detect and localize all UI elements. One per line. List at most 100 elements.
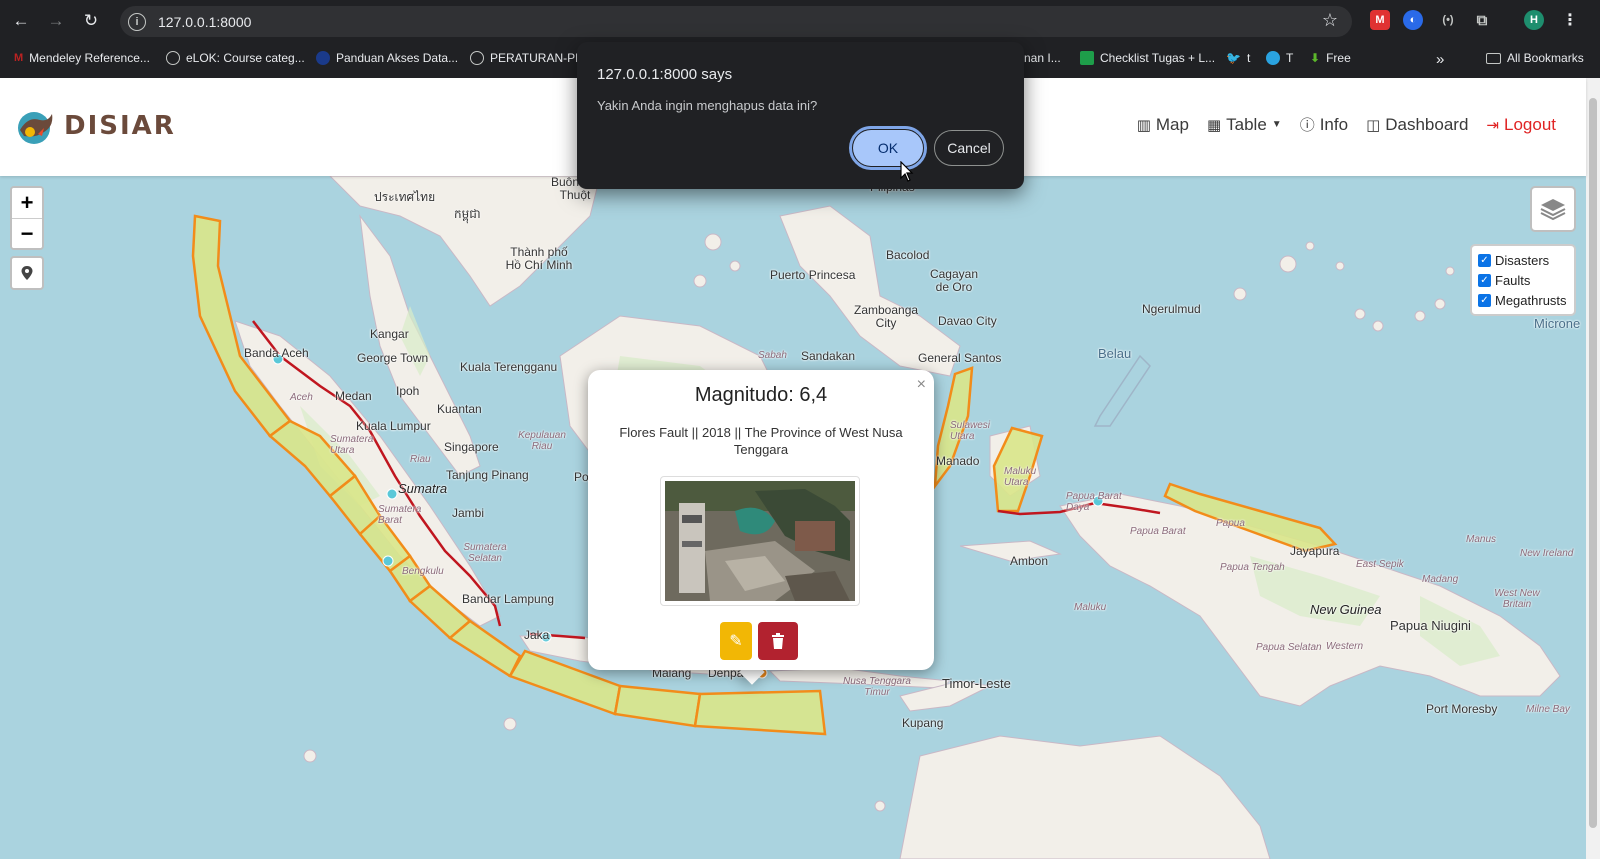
reload-icon[interactable]: ↻: [78, 8, 104, 34]
map-label-george-town: George Town: [357, 351, 429, 365]
disiar-logo: [14, 106, 58, 146]
logout-icon: ⇥: [1486, 116, 1499, 134]
bookmark-checklist[interactable]: Checklist Tugas + L...: [1080, 51, 1215, 65]
disaster-photo: [660, 476, 860, 606]
layer-toggle-disasters[interactable]: ✓ Disasters: [1478, 250, 1568, 270]
map-marker-icon: [21, 266, 33, 280]
extension-mendeley-icon[interactable]: M: [1370, 10, 1390, 30]
bookmark-label: Mendeley Reference...: [29, 51, 150, 65]
nav-logout[interactable]: ⇥ Logout: [1486, 115, 1556, 135]
map-label-port-moresby: Port Moresby: [1426, 702, 1498, 716]
nav-links: ▥ Map ▦ Table ▼ ⓘ Info ◫ Dashboard ⇥ Log…: [1137, 114, 1556, 135]
nav-info[interactable]: ⓘ Info: [1300, 114, 1348, 135]
layer-list: ✓ Disasters ✓ Faults ✓ Megathrusts: [1470, 244, 1576, 316]
bookmark-label: Panduan Akses Data...: [336, 51, 459, 65]
extension-cast-icon[interactable]: (•): [1438, 10, 1458, 30]
bookmark-star-icon[interactable]: ☆: [1322, 10, 1338, 31]
layers-control-button[interactable]: [1530, 186, 1576, 232]
bookmark-peraturan[interactable]: PERATURAN-PR: [470, 51, 584, 65]
map-label-ambon: Ambon: [1010, 554, 1049, 568]
map-label-bandar-lampung: Bandar Lampung: [462, 592, 555, 606]
folder-icon: [1486, 52, 1501, 64]
zoom-out-button[interactable]: −: [12, 218, 42, 248]
megathrust-segment[interactable]: [447, 619, 522, 678]
map-label-jambi: Jambi: [452, 506, 485, 520]
bookmark-twitter[interactable]: 🐦 t: [1226, 51, 1250, 65]
map-label-kuala-lumpur: Kuala Lumpur: [356, 419, 431, 433]
layer-label: Megathrusts: [1495, 292, 1567, 308]
scrollbar-thumb[interactable]: [1589, 98, 1597, 828]
map-label-cambodia: កម្ពុជា: [454, 207, 481, 221]
browser-menu-icon[interactable]: ⋮: [1560, 10, 1580, 30]
bookmark-label: nan I...: [1024, 51, 1061, 65]
map-label-manus: Manus: [1466, 534, 1497, 545]
map-label-sabah: Sabah: [758, 350, 787, 361]
address-bar[interactable]: i 127.0.0.1:8000 ☆: [120, 6, 1352, 37]
brand[interactable]: DISIAR: [14, 106, 176, 146]
site-info-icon[interactable]: i: [128, 12, 146, 31]
edit-button[interactable]: ✎: [720, 622, 752, 660]
nav-dashboard-label: Dashboard: [1385, 114, 1469, 134]
nav-map-label: Map: [1155, 114, 1189, 134]
map-label-aceh: Aceh: [290, 392, 313, 403]
map-label-tanjung-pinang: Tanjung Pinang: [446, 468, 529, 482]
bookmark-telegram[interactable]: T: [1266, 51, 1293, 65]
back-icon[interactable]: ←: [8, 8, 34, 34]
map-label-singapore: Singapore: [444, 440, 499, 454]
dashboard-icon: ◫: [1366, 116, 1381, 134]
layer-label: Disasters: [1495, 252, 1550, 268]
bookmark-mendeley[interactable]: M Mendeley Reference...: [14, 51, 150, 65]
bookmark-free[interactable]: ⬇ Free: [1310, 51, 1351, 65]
nav-map[interactable]: ▥ Map: [1137, 115, 1189, 135]
forward-icon[interactable]: →: [43, 8, 69, 34]
bookmark-nan[interactable]: nan I...: [1024, 51, 1061, 65]
page-scrollbar[interactable]: [1586, 78, 1600, 859]
map-label-medan: Medan: [335, 389, 372, 403]
megathrust-segment[interactable]: [693, 689, 827, 736]
map-label-papua-barat: Papua Barat: [1130, 526, 1186, 537]
map-label-new-ireland: New Ireland: [1520, 548, 1574, 559]
mendeley-icon: M: [14, 52, 24, 64]
map-label-kangar: Kangar: [370, 327, 409, 341]
all-bookmarks[interactable]: All Bookmarks: [1486, 51, 1584, 65]
extensions-puzzle-icon[interactable]: ⧉: [1472, 10, 1492, 30]
bookmark-label: All Bookmarks: [1507, 51, 1584, 65]
map-label-bengkulu: Bengkulu: [402, 566, 444, 577]
bookmark-label: Checklist Tugas + L...: [1100, 51, 1216, 65]
dialog-cancel-button[interactable]: Cancel: [934, 130, 1004, 166]
checkbox-checked-icon[interactable]: ✓: [1478, 273, 1491, 287]
map-label-kupang: Kupang: [902, 716, 944, 730]
map-label-sumatera-barat: Sumatera Barat: [378, 504, 422, 526]
megathrust-segment[interactable]: [613, 684, 702, 728]
nav-dashboard[interactable]: ◫ Dashboard: [1366, 115, 1468, 135]
layer-toggle-faults[interactable]: ✓ Faults: [1478, 270, 1568, 290]
layer-label: Faults: [1495, 272, 1531, 288]
map-label-micronesia: Microne: [1534, 316, 1581, 331]
bookmark-panduan[interactable]: Panduan Akses Data...: [316, 51, 458, 65]
map-label-general-santos: General Santos: [918, 351, 1002, 365]
disaster-marker[interactable]: [386, 488, 398, 500]
map-label-papua-niugini: Papua Niugini: [1390, 618, 1471, 633]
more-bookmarks-icon[interactable]: »: [1436, 51, 1444, 68]
nav-table[interactable]: ▦ Table ▼: [1207, 115, 1282, 135]
map-label-sandakan: Sandakan: [801, 349, 856, 363]
bookmark-elok[interactable]: eLOK: Course categ...: [166, 51, 305, 65]
extension-blue-icon[interactable]: ◐: [1403, 10, 1423, 30]
checkbox-checked-icon[interactable]: ✓: [1478, 293, 1491, 307]
profile-avatar[interactable]: H: [1524, 10, 1544, 30]
layer-toggle-megathrusts[interactable]: ✓ Megathrusts: [1478, 290, 1568, 310]
zoom-in-button[interactable]: +: [12, 188, 42, 218]
map-label-nusa-tenggara-timur: Nusa Tenggara Timur: [842, 676, 911, 698]
delete-button[interactable]: [758, 622, 798, 660]
map-label-papua-selatan: Papua Selatan: [1256, 642, 1322, 653]
map-label-sumatera-utara: Sumatera Utara: [330, 434, 374, 456]
caret-down-icon: ▼: [1271, 119, 1282, 130]
trash-icon: [772, 633, 784, 649]
map-label-madang: Madang: [1422, 574, 1459, 585]
map-label-new-guinea: New Guinea: [1310, 602, 1382, 617]
disaster-marker[interactable]: [382, 555, 394, 567]
locate-button[interactable]: [10, 256, 44, 290]
info-circle-icon: ⓘ: [1299, 117, 1315, 134]
checkbox-checked-icon[interactable]: ✓: [1478, 253, 1491, 267]
url-text: 127.0.0.1:8000: [158, 13, 252, 30]
